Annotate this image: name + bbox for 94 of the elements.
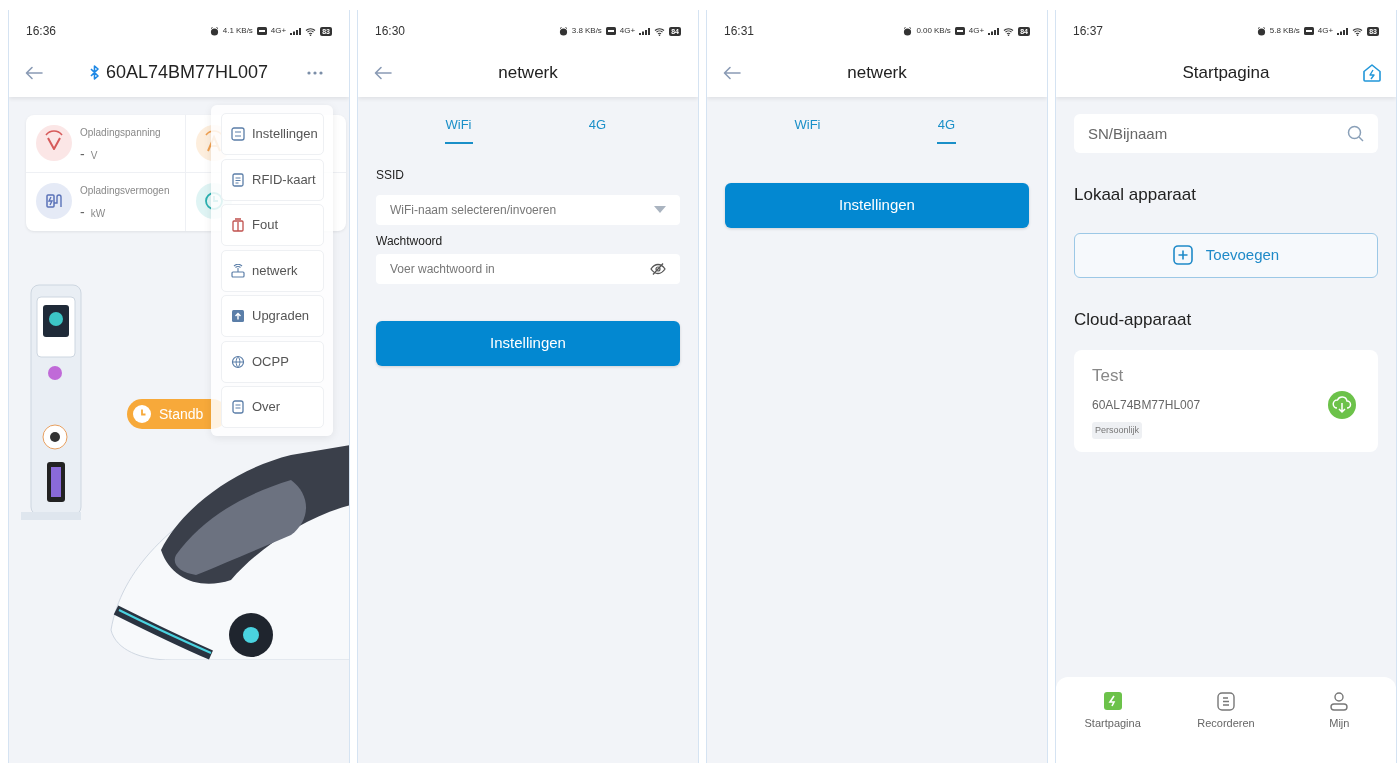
hd-icon (954, 27, 965, 35)
settings-button[interactable]: Instellingen (376, 320, 680, 366)
hd-icon (256, 27, 267, 35)
network-type: 4G+ (1317, 25, 1334, 37)
cloud-download-icon[interactable] (1328, 391, 1356, 419)
back-arrow-icon[interactable] (25, 65, 43, 80)
network-speed: 3.8 (571, 25, 583, 37)
screen-title: Startpagina (1182, 61, 1270, 84)
hd-icon (1303, 27, 1314, 35)
metric-unit: V (90, 149, 98, 163)
device-name: Test (1092, 365, 1124, 387)
metric-value: - (80, 145, 85, 164)
network-type: 4G+ (270, 25, 287, 37)
upgrade-icon (231, 309, 245, 323)
search-field[interactable]: SN/Bijnaam (1074, 114, 1378, 153)
nav-tab[interactable]: Mijn (1329, 692, 1350, 732)
status-time: 16:31 (724, 23, 755, 40)
network-icon (231, 263, 245, 278)
hd-icon (605, 27, 616, 35)
speed-unit: KB/s (933, 25, 951, 37)
network-speed: 4.1 (222, 25, 234, 37)
alarm-icon (209, 26, 219, 36)
menu-item[interactable]: Upgraden (221, 295, 324, 337)
voltage-icon (36, 125, 72, 161)
metric-value: - (80, 203, 85, 222)
section-title: Cloud-apparaat (1074, 308, 1193, 331)
speed-unit: KB/s (235, 25, 253, 37)
status-time: 16:37 (1073, 23, 1104, 40)
tab[interactable]: 4G (936, 115, 957, 144)
speed-unit: KB/s (584, 25, 602, 37)
device-tag: Persoonlijk (1092, 421, 1143, 439)
home-icon[interactable] (1362, 63, 1382, 82)
caret-icon (654, 206, 666, 213)
wifi-icon (1003, 26, 1015, 36)
section-title: Lokaal apparaat (1074, 184, 1197, 206)
device-serial: 60AL74BM77HL007 (1092, 396, 1201, 414)
card-icon (231, 172, 245, 187)
plus-square-icon (1172, 245, 1193, 265)
signal-icon (988, 27, 1000, 35)
menu-item[interactable]: Fout (221, 204, 324, 246)
alarm-icon (903, 26, 913, 36)
metric-label: Opladingspanning (80, 126, 161, 140)
speed-unit: KB/s (1282, 25, 1300, 37)
nav-tab[interactable]: Startpagina (1084, 692, 1141, 732)
info-icon (231, 400, 245, 414)
wifi-icon (1352, 26, 1364, 36)
menu-item[interactable]: Over (221, 386, 324, 428)
back-arrow-icon[interactable] (374, 65, 392, 80)
wifi-icon (654, 26, 666, 36)
clock-icon (133, 405, 151, 423)
power-icon (36, 183, 72, 219)
metric-label: Opladingsvermogen (80, 184, 170, 198)
user-tab-icon (1330, 692, 1349, 711)
screen-title: netwerk (498, 61, 558, 84)
screen-title: netwerk (847, 61, 907, 84)
alarm-icon (1256, 26, 1266, 36)
search-icon[interactable] (1347, 125, 1364, 142)
tab[interactable]: WiFi (444, 115, 473, 144)
nav-tab[interactable]: Recorderen (1197, 692, 1255, 732)
globe-icon (231, 354, 245, 369)
tab[interactable]: WiFi (794, 115, 821, 144)
signal-icon (639, 27, 651, 35)
screen-title: 60AL74BM77HL007 (105, 61, 269, 84)
alarm-icon (558, 26, 568, 36)
wifi-icon (305, 26, 317, 36)
menu-item[interactable]: RFID-kaart (221, 158, 324, 201)
ssid-dropdown[interactable]: WiFi-naam selecteren/invoeren (376, 194, 680, 225)
password-field[interactable]: Voer wachtwoord in (376, 253, 680, 284)
menu-item[interactable]: Instellingen (221, 113, 324, 155)
more-icon[interactable] (307, 70, 323, 75)
device-card[interactable]: Test 60AL74BM77HL007 Persoonlijk (1074, 350, 1378, 452)
eye-slash-icon (650, 262, 666, 275)
metric-unit: kW (90, 207, 106, 221)
network-type: 4G+ (968, 25, 985, 37)
settings-button[interactable]: Instellingen (725, 182, 1029, 228)
tab[interactable]: 4G (588, 115, 607, 144)
back-arrow-icon[interactable] (723, 65, 741, 80)
fault-icon (231, 218, 245, 232)
status-time: 16:30 (375, 23, 406, 40)
field-label: Wachtwoord (376, 232, 444, 250)
network-type: 4G+ (619, 25, 636, 37)
network-speed: 0.00 (916, 25, 932, 37)
field-label: SSID (376, 166, 405, 184)
signal-icon (1337, 27, 1349, 35)
network-speed: 5.8 (1269, 25, 1281, 37)
menu-item[interactable]: netwerk (221, 249, 324, 292)
status-time: 16:36 (26, 23, 57, 40)
settings-icon (231, 127, 245, 141)
add-button[interactable]: Toevoegen (1074, 232, 1378, 278)
status-text: Standb (159, 404, 204, 424)
menu-item[interactable]: OCPP (221, 340, 324, 383)
signal-icon (290, 27, 302, 35)
home-tab-icon (1103, 692, 1122, 711)
records-tab-icon (1217, 692, 1235, 711)
